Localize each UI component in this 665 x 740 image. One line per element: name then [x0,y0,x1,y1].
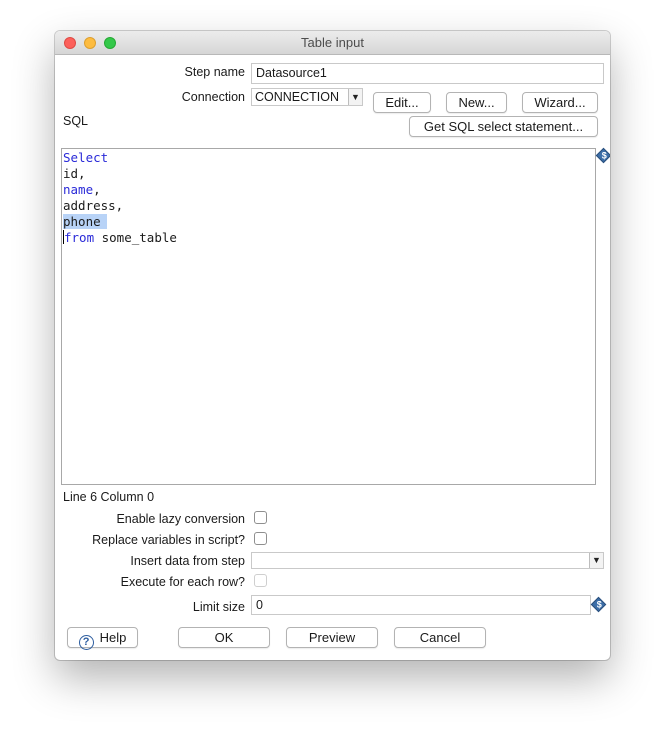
minimize-window-button[interactable] [84,37,96,49]
sql-line: name, [62,182,595,198]
help-button-label: Help [99,630,127,645]
replace-variables-checkbox[interactable] [254,532,267,545]
sql-line: Select [62,150,595,166]
sql-text: address, [63,198,124,213]
dropdown-arrow-icon[interactable]: ▼ [348,89,362,105]
limit-size-input[interactable]: 0 [251,595,591,615]
dropdown-arrow-icon[interactable]: ▼ [589,553,603,568]
insert-data-label: Insert data from step [130,554,245,568]
editor-position-status: Line 6 Column 0 [63,490,155,504]
step-name-label: Step name [184,65,245,79]
execute-each-row-checkbox[interactable] [254,574,267,587]
variable-icon[interactable]: $ [595,147,610,164]
new-connection-button[interactable]: New... [446,92,507,113]
sql-selected-text: phone [63,214,107,229]
insert-data-select[interactable]: ▼ [251,552,604,569]
edit-connection-button[interactable]: Edit... [373,92,431,113]
sql-text: id, [63,166,86,181]
variable-icon[interactable]: $ [590,596,607,613]
preview-button[interactable]: Preview [286,627,378,648]
cancel-button[interactable]: Cancel [394,627,486,648]
connection-select[interactable]: CONNECTION ▼ [251,88,363,106]
maximize-window-button[interactable] [104,37,116,49]
sql-text: some_table [94,230,177,245]
execute-each-row-label: Execute for each row? [120,575,245,589]
table-input-dialog: Table input Step name Datasource1 Connec… [55,31,610,660]
sql-label: SQL [63,114,89,128]
help-icon: ? [78,635,94,650]
sql-line: from some_table [62,230,595,246]
sql-editor[interactable]: Select id, name, address, phone from som… [61,148,596,485]
sql-line: address, [62,198,595,214]
sql-keyword: name [63,182,94,197]
help-button[interactable]: ? Help [67,627,138,650]
sql-keyword: Select [63,150,109,165]
connection-label: Connection [181,90,245,104]
step-name-input[interactable]: Datasource1 [251,63,604,84]
close-window-button[interactable] [64,37,76,49]
lazy-conversion-label: Enable lazy conversion [116,512,245,526]
get-sql-select-button[interactable]: Get SQL select statement... [409,116,598,137]
sql-line: id, [62,166,595,182]
wizard-button[interactable]: Wizard... [522,92,598,113]
sql-keyword: from [64,230,95,245]
window-title: Table input [301,35,364,50]
connection-value: CONNECTION [255,90,340,104]
lazy-conversion-checkbox[interactable] [254,511,267,524]
limit-size-label: Limit size [192,600,245,614]
sql-text: , [93,182,101,197]
title-bar: Table input [55,31,610,55]
ok-button[interactable]: OK [178,627,270,648]
replace-variables-label: Replace variables in script? [92,533,245,547]
sql-line: phone [62,214,595,230]
